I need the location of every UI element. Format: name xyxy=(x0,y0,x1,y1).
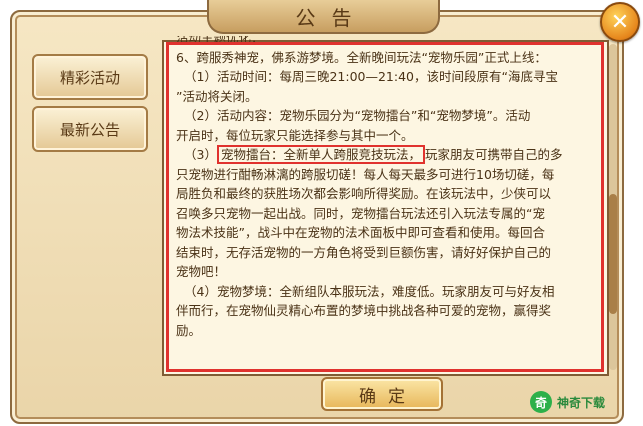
close-icon: ✕ xyxy=(610,9,630,35)
notice-line: ”活动将关闭。 xyxy=(176,88,258,104)
site-watermark: 奇 神奇下载 xyxy=(530,388,605,416)
notice-line: （1）活动时间：每周三晚21:00—21:40，该时间段原有“海底寻宝 xyxy=(184,69,558,84)
notice-line: 6、跨服秀神宠，佛系游梦境。全新晚间玩法“宠物乐园”正式上线： xyxy=(176,49,547,65)
notice-line: 开启时，每位玩家只能选择参与其中一个。 xyxy=(176,127,414,143)
sidebar-item-label: 最新公告 xyxy=(59,120,120,139)
notice-line: 召唤多只宠物一起出战。同时，宠物擂台玩法还引入玩法专属的“宠 xyxy=(176,205,545,221)
notice-line: 宠物吧！ xyxy=(176,264,227,279)
highlighted-phrase: 宠物擂台：全新单人跨服竞技玩法， xyxy=(216,145,425,164)
notice-line: （3） 宠物擂台：全新单人跨服竞技玩法， 玩家朋友可携带自己的多 xyxy=(176,145,594,165)
notice-text-segment: （3） xyxy=(184,147,217,162)
notice-text-segment: 玩家朋友可携带自己的多 xyxy=(424,147,563,162)
close-button[interactable]: ✕ xyxy=(600,2,640,42)
notice-line: 励。 xyxy=(176,322,202,338)
confirm-button[interactable]: 确定 xyxy=(321,377,443,411)
notice-line: 物法术技能”，战斗中在宠物的法术面板中即可查看和使用。每回合 xyxy=(176,225,545,240)
notice-line: 伴而行，在宠物仙灵精心布置的梦境中挑战各种可爱的宠物，赢得奖 xyxy=(176,303,552,318)
dialog-title-bar: 公告 xyxy=(207,0,440,34)
notice-scrollbar[interactable] xyxy=(609,44,617,370)
dialog-title: 公告 xyxy=(295,5,368,30)
notice-line: 活动主题优化： xyxy=(176,36,264,45)
sidebar-item-latest-notice[interactable]: 最新公告 xyxy=(32,106,148,152)
watermark-text: 神奇下载 xyxy=(557,395,606,410)
notice-text[interactable]: 活动主题优化： 6、跨服秀神宠，佛系游梦境。全新晚间玩法“宠物乐园”正式上线： … xyxy=(176,36,594,370)
sidebar-item-featured-events[interactable]: 精彩活动 xyxy=(32,54,148,100)
notice-line: （4）宠物梦境：全新组队本服玩法，难度低。玩家朋友可与好友相 xyxy=(184,283,555,299)
sidebar-item-label: 精彩活动 xyxy=(59,68,120,87)
notice-line: 只宠物进行酣畅淋漓的跨服切磋！每人每天最多可进行10场切磋，每 xyxy=(176,166,555,182)
notice-line: 结束时，无存活宠物的一方角色将受到巨额伤害，请好好保护自己的 xyxy=(176,244,552,260)
watermark-logo-icon: 奇 xyxy=(530,391,552,413)
notice-line: （2）活动内容：宠物乐园分为“宠物擂台”和“宠物梦境”。活动 xyxy=(184,108,531,123)
scrollbar-thumb[interactable] xyxy=(609,194,617,314)
notice-line: 局胜负和最终的获胜场次都会影响所得奖励。在该玩法中，少侠可以 xyxy=(176,186,552,201)
